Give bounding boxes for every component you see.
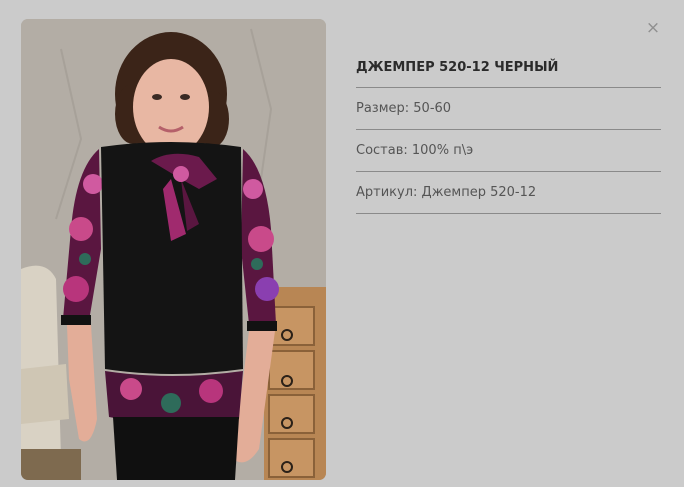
product-title: ДЖЕМПЕР 520-12 ЧЕРНЫЙ xyxy=(356,48,661,88)
close-button[interactable]: × xyxy=(644,19,662,37)
product-info: ДЖЕМПЕР 520-12 ЧЕРНЫЙ Размер: 50-60 Сост… xyxy=(356,48,661,214)
product-photo xyxy=(21,19,326,480)
close-icon[interactable]: × xyxy=(646,18,660,38)
product-composition: Состав: 100% п\э xyxy=(356,130,661,172)
product-article: Артикул: Джемпер 520-12 xyxy=(356,172,661,214)
product-photo-image xyxy=(21,19,326,480)
product-size: Размер: 50-60 xyxy=(356,88,661,130)
product-modal: × ДЖЕМПЕР 520-12 ЧЕРНЫЙ Размер: 50-60 Со… xyxy=(0,0,684,487)
